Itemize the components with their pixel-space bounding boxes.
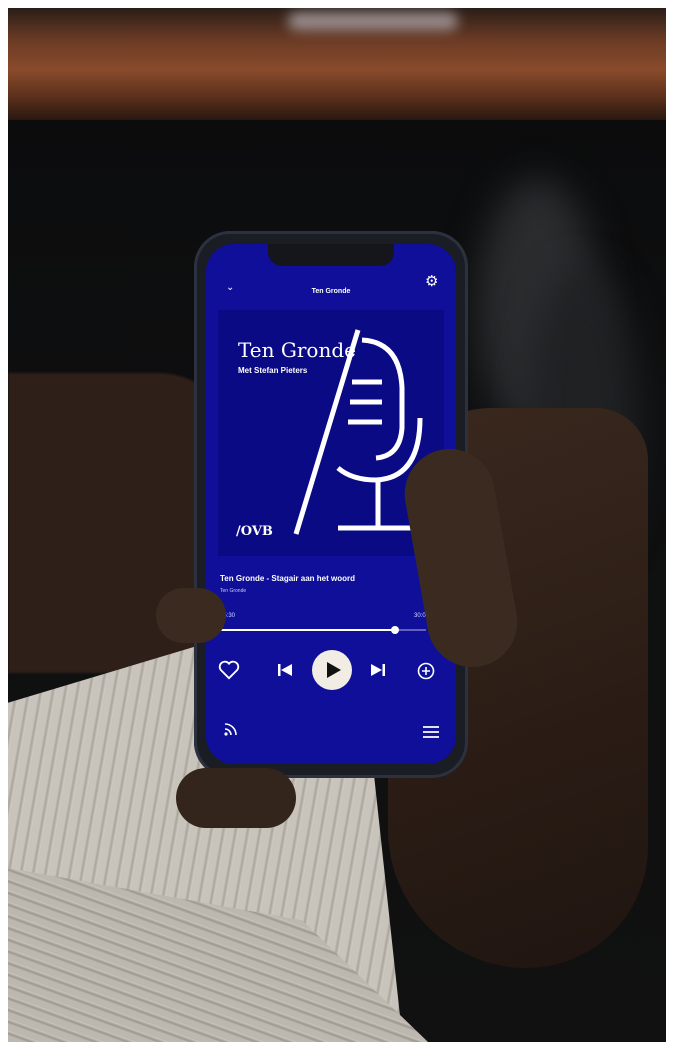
broadcaster-logo: /OVB xyxy=(236,524,273,539)
play-icon xyxy=(326,662,341,678)
left-thumb xyxy=(156,588,226,643)
shelf-glare xyxy=(288,12,458,30)
progress-fill xyxy=(220,629,396,631)
add-circle-icon[interactable] xyxy=(416,661,436,681)
phone-notch xyxy=(268,244,394,266)
heart-icon[interactable] xyxy=(216,658,242,682)
photo: ⌄ Ten Gronde ⚙ Ten Gronde Met Stefan Pie… xyxy=(8,8,666,1042)
progress-handle[interactable] xyxy=(391,626,400,634)
wooden-shelf xyxy=(8,8,666,120)
gear-icon[interactable]: ⚙ xyxy=(425,272,438,290)
menu-icon[interactable] xyxy=(422,724,440,740)
progress-bar[interactable] xyxy=(220,626,426,634)
episode-title: Ten Gronde - Stagair aan het woord xyxy=(220,574,355,583)
skip-next-icon[interactable] xyxy=(369,662,387,678)
cast-icon[interactable] xyxy=(222,720,240,738)
episode-show: Ten Gronde xyxy=(220,588,247,594)
player-title: Ten Gronde xyxy=(311,288,351,295)
play-button[interactable] xyxy=(312,650,352,690)
skip-previous-icon[interactable] xyxy=(276,662,294,678)
finger xyxy=(176,768,296,828)
